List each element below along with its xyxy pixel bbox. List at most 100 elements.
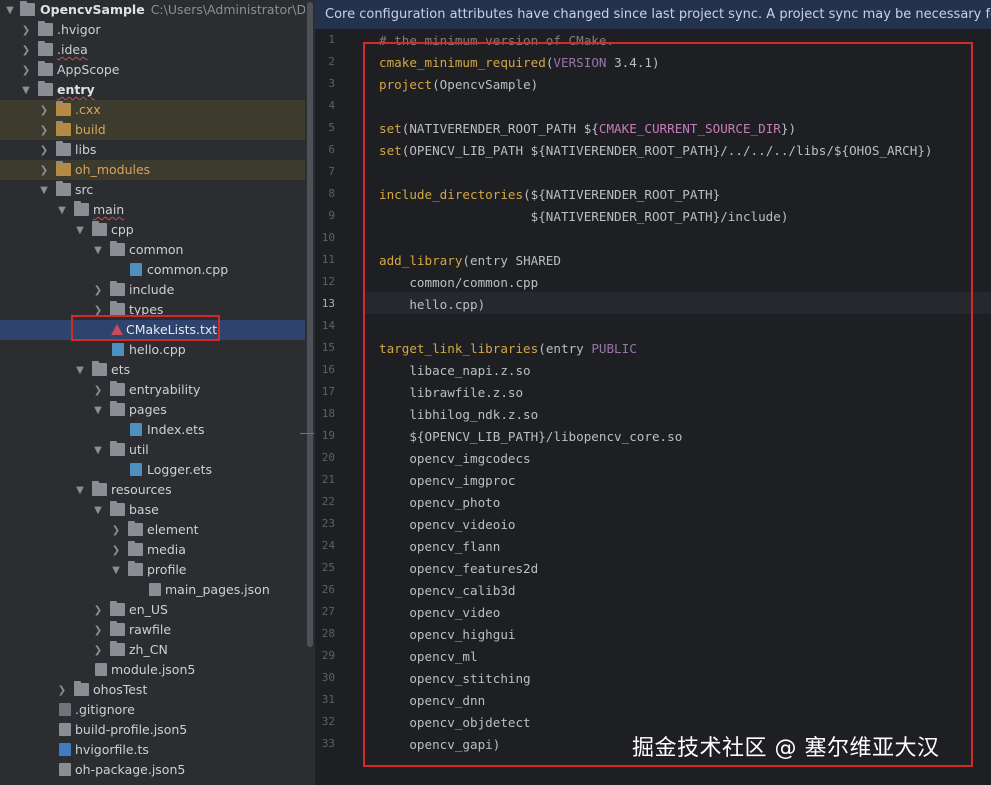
folder-icon	[110, 501, 125, 516]
tree-row-ohostest[interactable]: ❯ ohosTest	[0, 680, 305, 700]
line-number: 20	[321, 451, 335, 464]
chevron-down-icon[interactable]: ▼	[92, 500, 104, 520]
ets-file-icon	[130, 463, 142, 476]
tree-item-label: build-profile.json5	[75, 722, 188, 737]
tree-row-cpp[interactable]: ▼ cpp	[0, 220, 305, 240]
folder-icon	[38, 21, 53, 36]
tree-row-pages[interactable]: ▼ pages	[0, 400, 305, 420]
chevron-right-icon[interactable]: ❯	[20, 20, 32, 40]
tree-row-media[interactable]: ❯ media	[0, 540, 305, 560]
tree-row-resources[interactable]: ▼ resources	[0, 480, 305, 500]
tree-row-logger-ets[interactable]: Logger.ets	[0, 460, 305, 480]
tree-item-label: src	[75, 182, 94, 197]
gitignore-file-icon	[59, 703, 71, 716]
tree-scrollbar-thumb[interactable]	[307, 2, 313, 647]
chevron-right-icon[interactable]: ❯	[92, 380, 104, 400]
tree-row-gitignore[interactable]: .gitignore	[0, 700, 305, 720]
json-file-icon	[95, 663, 107, 676]
line-number: 24	[321, 539, 335, 552]
tree-row-zh-cn[interactable]: ❯ zh_CN	[0, 640, 305, 660]
folder-icon	[74, 201, 89, 216]
chevron-down-icon[interactable]: ▼	[74, 480, 86, 500]
chevron-right-icon[interactable]: ❯	[92, 600, 104, 620]
chevron-down-icon[interactable]: ▼	[38, 180, 50, 200]
tree-row-hvigor[interactable]: ❯ .hvigor	[0, 20, 305, 40]
folder-icon	[56, 121, 71, 136]
chevron-right-icon[interactable]: ❯	[20, 60, 32, 80]
chevron-right-icon[interactable]: ❯	[92, 620, 104, 640]
chevron-down-icon[interactable]: ▼	[92, 400, 104, 420]
tree-row-rawfile[interactable]: ❯ rawfile	[0, 620, 305, 640]
sync-notification-banner[interactable]: Core configuration attributes have chang…	[315, 0, 991, 29]
tree-row-element[interactable]: ❯ element	[0, 520, 305, 540]
tree-row-base[interactable]: ▼ base	[0, 500, 305, 520]
tree-row-build[interactable]: ❯ build	[0, 120, 305, 140]
chevron-right-icon[interactable]: ❯	[110, 520, 122, 540]
tree-row-index-ets[interactable]: Index.ets	[0, 420, 305, 440]
tree-row-hvigorfile[interactable]: hvigorfile.ts	[0, 740, 305, 760]
line-number: 27	[321, 605, 335, 618]
tree-row-libs[interactable]: ❯ libs	[0, 140, 305, 160]
tree-row-include[interactable]: ❯ include	[0, 280, 305, 300]
chevron-right-icon[interactable]: ❯	[92, 640, 104, 660]
tree-row-common-cpp[interactable]: common.cpp	[0, 260, 305, 280]
chevron-down-icon[interactable]: ▼	[56, 200, 68, 220]
folder-icon	[74, 681, 89, 696]
project-path: C:\Users\Administrator\DevEco	[150, 2, 305, 17]
line-number: 18	[321, 407, 335, 420]
tree-item-label: hvigorfile.ts	[75, 742, 149, 757]
tree-row-src[interactable]: ▼ src	[0, 180, 305, 200]
tree-row-entry[interactable]: ▼ entry	[0, 80, 305, 100]
line-number: 9	[328, 209, 335, 222]
folder-icon	[110, 601, 125, 616]
chevron-down-icon[interactable]: ▼	[74, 360, 86, 380]
chevron-down-icon[interactable]: ▼	[110, 560, 122, 580]
folder-icon	[56, 161, 71, 176]
line-number: 33	[321, 737, 335, 750]
chevron-right-icon[interactable]: ❯	[38, 160, 50, 180]
folder-icon	[128, 561, 143, 576]
tree-row-ets[interactable]: ▼ ets	[0, 360, 305, 380]
line-number: 21	[321, 473, 335, 486]
tree-row-module-json5[interactable]: module.json5	[0, 660, 305, 680]
tree-row-util[interactable]: ▼ util	[0, 440, 305, 460]
tree-item-label: .gitignore	[75, 702, 135, 717]
chevron-down-icon[interactable]: ▼	[20, 80, 32, 100]
module-folder-icon	[38, 81, 53, 96]
chevron-down-icon[interactable]: ▼	[92, 440, 104, 460]
tree-row-entryability[interactable]: ❯ entryability	[0, 380, 305, 400]
tree-row-build-profile[interactable]: build-profile.json5	[0, 720, 305, 740]
tree-row-en-us[interactable]: ❯ en_US	[0, 600, 305, 620]
tree-row-appscope[interactable]: ❯ AppScope	[0, 60, 305, 80]
tree-row-common[interactable]: ▼ common	[0, 240, 305, 260]
tree-row-oh-package[interactable]: oh-package.json5	[0, 760, 305, 780]
chevron-down-icon[interactable]: ▼	[92, 240, 104, 260]
chevron-down-icon[interactable]: ▼	[74, 220, 86, 240]
chevron-right-icon[interactable]: ❯	[38, 140, 50, 160]
tree-row-idea[interactable]: ❯ .idea	[0, 40, 305, 60]
chevron-right-icon[interactable]: ❯	[20, 40, 32, 60]
cpp-file-icon	[130, 263, 142, 276]
tree-row-root[interactable]: ▼ OpencvSample C:\Users\Administrator\Dev…	[0, 0, 305, 20]
tree-row-profile[interactable]: ▼ profile	[0, 560, 305, 580]
line-number: 22	[321, 495, 335, 508]
line-number: 29	[321, 649, 335, 662]
tree-row-oh-modules[interactable]: ❯ oh_modules	[0, 160, 305, 180]
tree-row-hello-cpp[interactable]: hello.cpp	[0, 340, 305, 360]
chevron-right-icon[interactable]: ❯	[38, 120, 50, 140]
chevron-down-icon[interactable]: ▼	[4, 0, 16, 20]
chevron-right-icon[interactable]: ❯	[56, 680, 68, 700]
line-number: 23	[321, 517, 335, 530]
tree-item-label: .idea	[57, 42, 88, 57]
chevron-right-icon[interactable]: ❯	[110, 540, 122, 560]
tree-item-label: Index.ets	[147, 422, 205, 437]
tree-item-label: entry	[57, 82, 95, 97]
tree-item-label: rawfile	[129, 622, 172, 637]
chevron-right-icon[interactable]: ❯	[38, 100, 50, 120]
chevron-right-icon[interactable]: ❯	[92, 280, 104, 300]
json-file-icon	[59, 723, 71, 736]
tree-row-main-pages-json[interactable]: main_pages.json	[0, 580, 305, 600]
ts-file-icon	[59, 743, 71, 756]
tree-row-cxx[interactable]: ❯ .cxx	[0, 100, 305, 120]
tree-row-main[interactable]: ▼ main	[0, 200, 305, 220]
